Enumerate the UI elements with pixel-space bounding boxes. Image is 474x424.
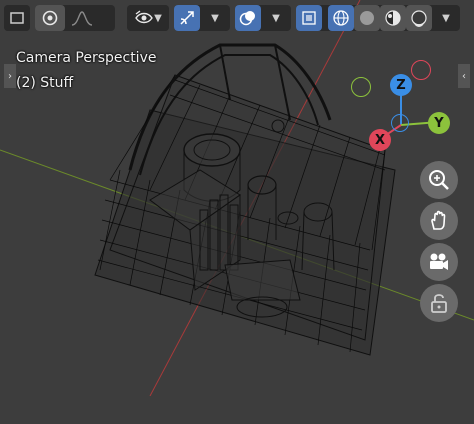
proportional-editing-icon	[42, 10, 58, 26]
shading-rendered-icon	[411, 10, 427, 27]
shading-wireframe-icon	[333, 10, 349, 26]
shading-solid-icon	[360, 11, 374, 25]
editor-type-button[interactable]	[4, 5, 30, 31]
proportional-editing-button[interactable]	[35, 5, 65, 31]
gizmo-neg-x-handle[interactable]	[411, 60, 431, 80]
gizmo-y-label: Y	[434, 115, 444, 131]
viewport-bottom-edge	[0, 396, 474, 424]
sidebar-toggle-tab[interactable]: ‹	[458, 64, 470, 88]
xray-toggle-icon	[302, 11, 316, 25]
shading-rendered-button[interactable]	[406, 5, 432, 31]
gizmo-x-handle[interactable]: X	[369, 129, 391, 151]
pan-hand-icon	[431, 210, 446, 230]
zoom-button[interactable]	[420, 161, 458, 199]
camera-view-button[interactable]	[420, 243, 458, 281]
visibility-menu[interactable]: ▼	[127, 5, 169, 31]
chevron-down-icon: ▼	[442, 12, 450, 24]
gizmo-z-label: Z	[396, 77, 406, 93]
overlays-button[interactable]	[235, 5, 261, 31]
shading-dropdown[interactable]: ▼	[434, 5, 458, 31]
falloff-curve-button[interactable]	[67, 5, 97, 31]
select-mode-icon	[10, 12, 24, 24]
shading-material-button[interactable]	[380, 5, 406, 31]
proportional-editing-group	[35, 5, 115, 31]
overlays-dropdown[interactable]: ▼	[263, 5, 289, 31]
gizmo-toggle-icon	[180, 11, 194, 25]
gizmo-neg-y-handle[interactable]	[351, 77, 371, 97]
chevron-left-icon: ‹	[462, 70, 466, 82]
zoom-icon	[429, 170, 449, 190]
gizmo-z-handle[interactable]: Z	[390, 74, 412, 96]
gizmo-x-label: X	[374, 132, 386, 148]
gizmo-y-handle[interactable]: Y	[428, 112, 450, 134]
navigation-gizmo[interactable]: Z Y X	[345, 55, 455, 155]
gizmo-dropdown[interactable]: ▼	[202, 5, 228, 31]
overlays-group: ▼	[235, 5, 291, 31]
shading-wireframe-button[interactable]	[328, 5, 354, 31]
chevron-down-icon: ▼	[154, 12, 162, 24]
gizmo-group: ▼	[174, 5, 230, 31]
view-name-label: Camera Perspective	[16, 50, 157, 66]
visibility-button[interactable]: ▼	[127, 5, 169, 31]
chevron-down-icon: ▼	[272, 12, 280, 24]
shading-group: ▼	[296, 5, 460, 31]
visibility-eye-icon	[135, 10, 153, 24]
gizmo-neg-z-handle[interactable]	[391, 114, 409, 132]
3d-viewport[interactable]: ▼ ▼ ▼ ▼ Camera Perspective (2) Stuff › ‹…	[0, 0, 474, 424]
overlays-icon	[239, 11, 255, 26]
collection-label: (2) Stuff	[16, 75, 74, 91]
gizmo-toggle-button[interactable]	[174, 5, 200, 31]
shading-solid-button[interactable]	[354, 5, 380, 31]
lock-camera-button[interactable]	[420, 284, 458, 322]
viewport-header: ▼ ▼ ▼ ▼	[0, 0, 474, 36]
xray-toggle-button[interactable]	[296, 5, 322, 31]
chevron-right-icon: ›	[8, 70, 12, 82]
pan-button[interactable]	[420, 202, 458, 240]
toolbar-toggle-tab[interactable]: ›	[4, 64, 16, 88]
camera-view-icon	[430, 253, 448, 270]
falloff-curve-icon	[71, 11, 93, 26]
editor-type-menu[interactable]	[4, 5, 30, 31]
chevron-down-icon: ▼	[211, 12, 219, 24]
shading-material-icon	[385, 10, 401, 26]
gizmo-lines	[379, 85, 440, 140]
lock-camera-icon	[431, 294, 447, 313]
